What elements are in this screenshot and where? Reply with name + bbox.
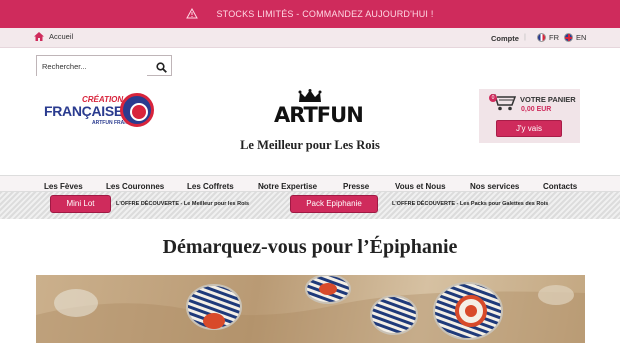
chevron-down-icon: ⌄	[47, 183, 53, 189]
nav-item-label: Notre Expertise	[258, 182, 318, 191]
warning-triangle-icon	[186, 7, 199, 21]
home-icon	[34, 32, 44, 41]
pack-epiphanie-button[interactable]: Pack Epiphanie	[290, 195, 378, 213]
cockade-icon	[120, 93, 154, 127]
tagline: Le Meilleur pour Les Rois	[240, 138, 380, 152]
cart-label: VOTRE PANIER	[520, 95, 576, 104]
divider: |	[524, 32, 526, 41]
badge-line-2: FRANÇAISE	[44, 103, 123, 119]
creation-francaise-badge: CRÉATION FRANÇAISE ARTFUN FRANCE	[44, 93, 154, 129]
nav-item-label: Les Coffrets	[187, 182, 234, 191]
offer-text-1[interactable]: L'OFFRE DÉCOUVERTE - Le Meilleur pour le…	[116, 201, 249, 207]
nav-item-label: Contacts	[543, 182, 578, 191]
language-en[interactable]: EN	[564, 33, 586, 42]
offers-strip: Mini Lot L'OFFRE DÉCOUVERTE - Le Meilleu…	[0, 192, 620, 219]
account-link[interactable]: Compte	[491, 34, 519, 43]
home-link[interactable]: Accueil	[34, 32, 73, 41]
nav-item-label: Les Couronnes	[106, 182, 165, 191]
chevron-down-icon: ⌄	[261, 183, 267, 189]
artfun-logo[interactable]: ARTFUN	[270, 89, 364, 133]
mini-lot-button[interactable]: Mini Lot	[50, 195, 111, 213]
cart-count-badge: 0	[489, 94, 497, 102]
logo-text: ARTFUN	[274, 103, 364, 127]
offer-text-2[interactable]: L'OFFRE DÉCOUVERTE - Les Packs pour Gale…	[392, 201, 548, 207]
promo-text: STOCKS LIMITÉS - COMMANDEZ AUJOURD'HUI !	[216, 9, 434, 19]
search-input[interactable]	[37, 57, 147, 76]
cart-amount: 0,00 EUR	[521, 106, 552, 113]
flag-uk-icon	[564, 33, 573, 42]
nav-item-label: Vous et Nous	[395, 182, 446, 191]
top-nav: Accueil Compte | FR EN	[0, 28, 620, 48]
language-fr-label: FR	[549, 33, 559, 42]
language-en-label: EN	[576, 33, 587, 42]
flag-fr-icon	[537, 33, 546, 42]
hero-image	[36, 275, 585, 343]
search-box	[36, 55, 172, 76]
search-icon[interactable]	[156, 60, 167, 78]
hero-title: Démarquez-vous pour l’Épiphanie	[162, 236, 458, 258]
cart-widget: 0 VOTRE PANIER 0,00 EUR J'y vais	[479, 89, 580, 143]
language-fr[interactable]: FR	[537, 33, 559, 42]
home-label: Accueil	[49, 32, 74, 41]
chevron-down-icon: ⌄	[109, 183, 115, 189]
promo-bar: STOCKS LIMITÉS - COMMANDEZ AUJOURD'HUI !	[0, 0, 620, 28]
main-nav: Les Fèves ⌄ Les Couronnes ⌄ Les Coffrets N…	[0, 175, 620, 192]
nav-item-label: Presse	[343, 182, 370, 191]
cart-go-button[interactable]: J'y vais	[496, 120, 562, 137]
nav-item-label: Nos services	[470, 182, 520, 191]
